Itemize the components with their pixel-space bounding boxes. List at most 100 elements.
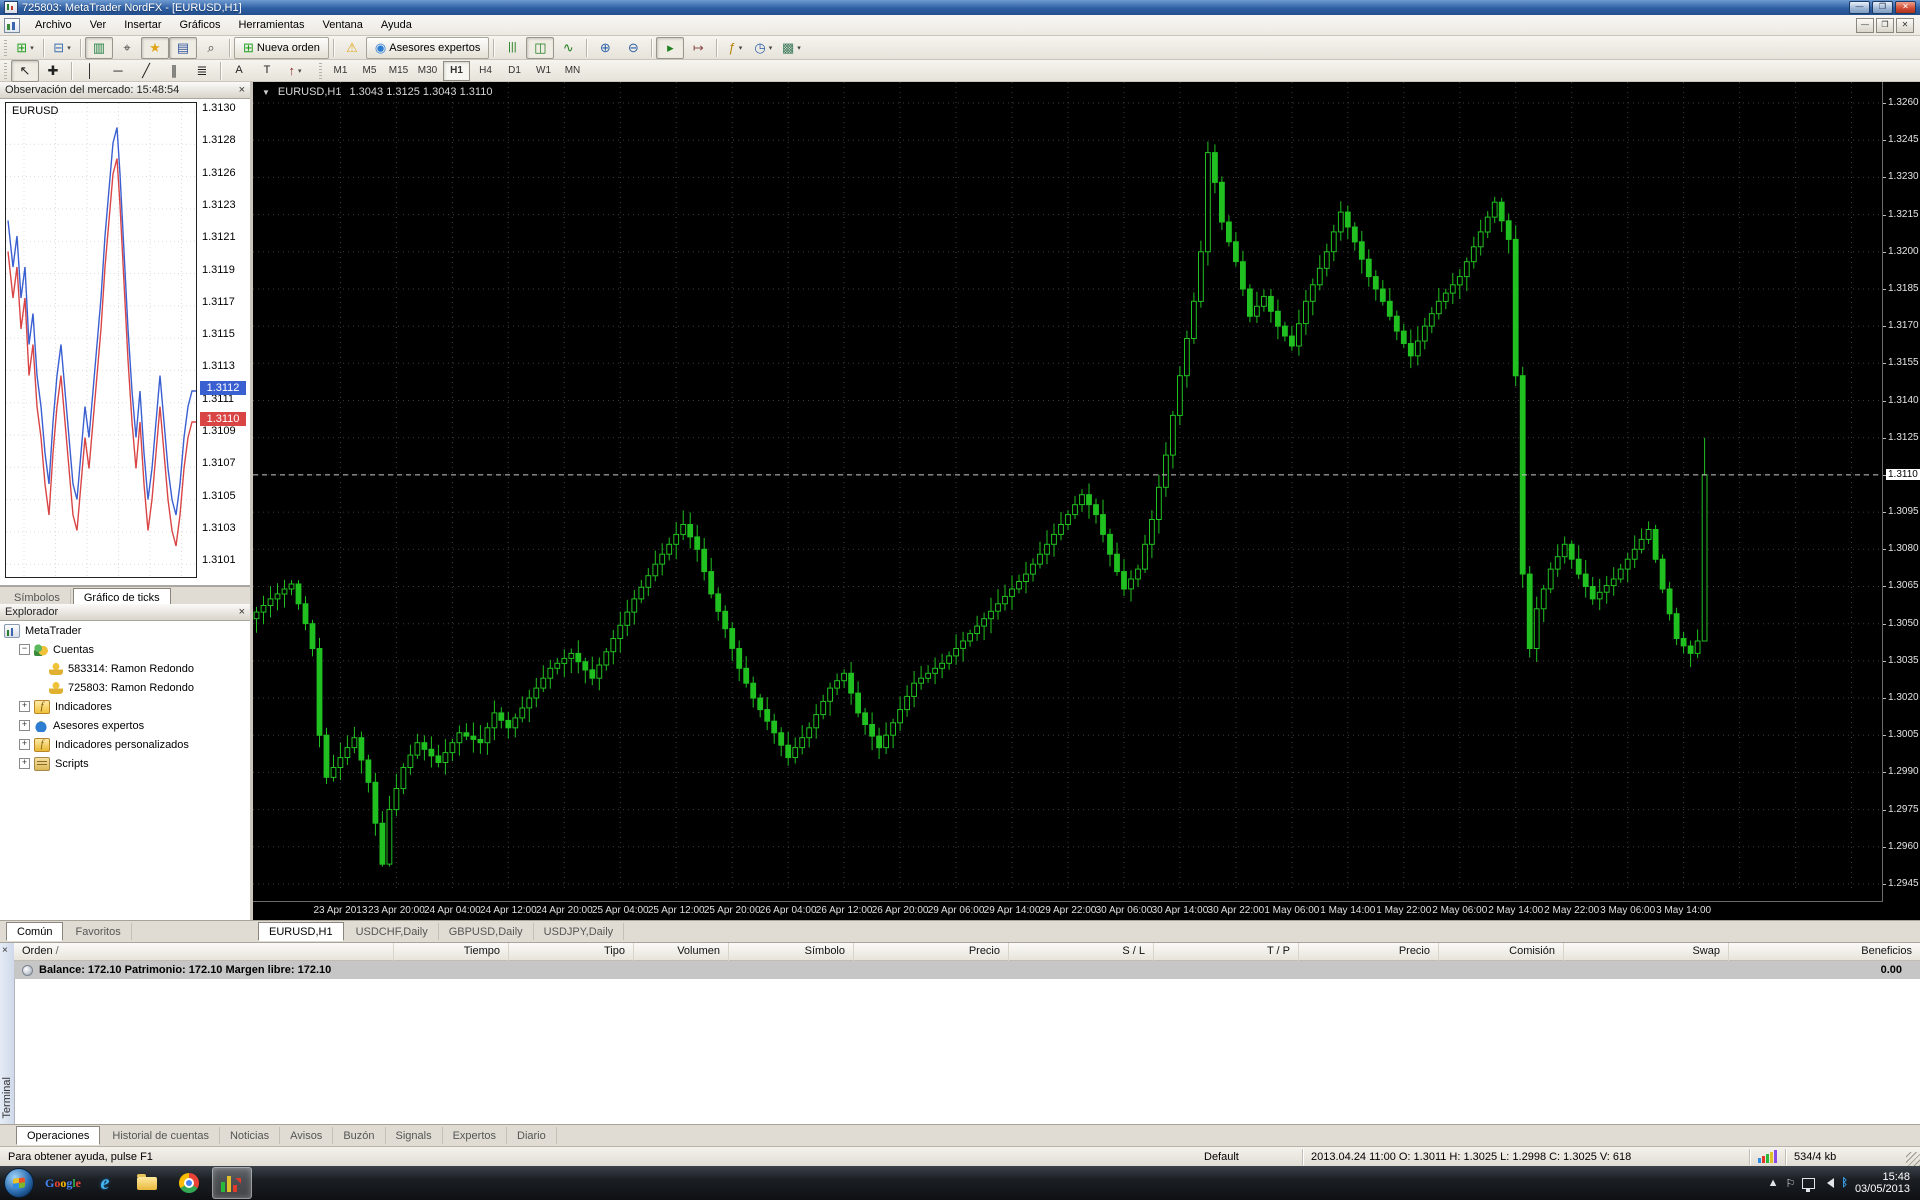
data-window-button[interactable]: ⌖ [113, 37, 141, 59]
timeframe-m30[interactable]: M30 [414, 61, 441, 81]
market-watch-close-icon[interactable]: × [239, 85, 245, 96]
indicators-button[interactable]: ƒ▾ [721, 37, 749, 59]
label-tool[interactable]: T [253, 60, 281, 82]
channel-tool[interactable]: ∥ [160, 60, 188, 82]
timeframe-h4[interactable]: H4 [472, 61, 499, 81]
menu-ventana[interactable]: Ventana [314, 16, 372, 34]
close-button[interactable]: ✕ [1895, 1, 1916, 14]
alerts-button[interactable]: ⚠ [338, 37, 366, 59]
terminal-tab-noticias[interactable]: Noticias [220, 1127, 280, 1144]
menu-archivo[interactable]: Archivo [26, 16, 81, 34]
timeframe-w1[interactable]: W1 [530, 61, 557, 81]
line-chart-button[interactable]: ∿ [554, 37, 582, 59]
navigator-button[interactable]: ★ [141, 37, 169, 59]
panel-splitter[interactable] [250, 82, 253, 920]
timeframe-m1[interactable]: M1 [327, 61, 354, 81]
terminal-tab-expertos[interactable]: Expertos [443, 1127, 507, 1144]
time-axis[interactable]: 23 Apr 201323 Apr 20:0024 Apr 04:0024 Ap… [253, 901, 1883, 920]
taskbar-chrome-icon[interactable] [170, 1168, 208, 1198]
network-icon[interactable] [1802, 1178, 1815, 1189]
menu-ayuda[interactable]: Ayuda [372, 16, 421, 34]
terminal-tab-operaciones[interactable]: Operaciones [16, 1126, 100, 1145]
terminal-tab-historial-de-cuentas[interactable]: Historial de cuentas [102, 1127, 220, 1144]
column-header-precio[interactable]: Precio [1299, 943, 1439, 961]
terminal-tab-diario[interactable]: Diario [507, 1127, 557, 1144]
profiles-button[interactable]: ⊟▾ [48, 37, 76, 59]
menu-ver[interactable]: Ver [81, 16, 116, 34]
menu-gráficos[interactable]: Gráficos [171, 16, 230, 34]
candles-chart-button[interactable]: ◫ [526, 37, 554, 59]
tree-item-725803-ramon-redondo[interactable]: 725803: Ramon Redondo [0, 678, 250, 697]
timeframe-d1[interactable]: D1 [501, 61, 528, 81]
chart-dropdown-icon[interactable]: ▼ [262, 88, 270, 97]
vertical-line-tool[interactable]: │ [76, 60, 104, 82]
terminal-tab-buzón[interactable]: Buzón [333, 1127, 385, 1144]
zoom-out-button[interactable]: ⊖ [619, 37, 647, 59]
mdi-minimize-button[interactable]: — [1856, 18, 1874, 33]
chart-tab-usdjpy-daily[interactable]: USDJPY,Daily [534, 923, 625, 940]
tree-item-cuentas[interactable]: −Cuentas [0, 640, 250, 659]
terminal-tab-avisos[interactable]: Avisos [280, 1127, 333, 1144]
tree-item-metatrader[interactable]: MetaTrader [0, 621, 250, 640]
terminal-tab-signals[interactable]: Signals [386, 1127, 443, 1144]
tree-item-asesores-expertos[interactable]: +Asesores expertos [0, 716, 250, 735]
collapse-icon[interactable]: − [19, 644, 30, 655]
tray-flag-icon[interactable]: ⚐ [1785, 1177, 1795, 1190]
mdi-restore-button[interactable]: ❐ [1876, 18, 1894, 33]
taskbar-clock[interactable]: 15:48 03/05/2013 [1855, 1171, 1910, 1195]
toolbar-grip[interactable] [319, 63, 322, 79]
tree-item-scripts[interactable]: +Scripts [0, 754, 250, 773]
new-order-button[interactable]: ⊞Nueva orden [234, 37, 329, 59]
toolbar-grip[interactable] [4, 40, 7, 56]
menu-herramientas[interactable]: Herramientas [229, 16, 313, 34]
expand-icon[interactable]: + [19, 720, 30, 731]
tab-favoritos[interactable]: Favoritos [65, 923, 131, 940]
taskbar-explorer-icon[interactable] [128, 1168, 166, 1198]
terminal-button[interactable]: ▤ [169, 37, 197, 59]
status-profile[interactable]: Default [1204, 1151, 1239, 1163]
price-axis[interactable]: 1.32601.32451.32301.32151.32001.31851.31… [1882, 82, 1920, 902]
expand-icon[interactable]: + [19, 739, 30, 750]
balance-row[interactable]: Balance: 172.10 Patrimonio: 172.10 Marge… [14, 961, 1920, 979]
chart-document-icon[interactable] [4, 18, 20, 33]
trendline-tool[interactable]: ╱ [132, 60, 160, 82]
periods-button[interactable]: ◷▾ [749, 37, 777, 59]
experts-button[interactable]: ◉Asesores expertos [366, 37, 489, 59]
horizontal-line-tool[interactable]: ─ [104, 60, 132, 82]
mdi-close-button[interactable]: ✕ [1896, 18, 1914, 33]
column-header-s-l[interactable]: S / L [1009, 943, 1154, 961]
timeframe-h1[interactable]: H1 [443, 61, 470, 81]
tester-button[interactable]: ⌕ [197, 37, 225, 59]
taskbar-google-icon[interactable]: Google [44, 1168, 82, 1198]
column-header-precio[interactable]: Precio [854, 943, 1009, 961]
menu-insertar[interactable]: Insertar [115, 16, 170, 34]
templates-button[interactable]: ▩▾ [777, 37, 805, 59]
tree-item-indicadores[interactable]: +fIndicadores [0, 697, 250, 716]
cursor-tool[interactable]: ↖ [11, 60, 39, 82]
text-tool[interactable]: A [225, 60, 253, 82]
chart-tab-eurusd-h1[interactable]: EURUSD,H1 [258, 922, 344, 941]
bars-chart-button[interactable]: ||| [498, 37, 526, 59]
column-header-t-p[interactable]: T / P [1154, 943, 1299, 961]
minimize-button[interactable]: — [1849, 1, 1870, 14]
new-chart-button[interactable]: ⊞▾ [11, 37, 39, 59]
crosshair-tool[interactable]: ✚ [39, 60, 67, 82]
chart-area[interactable]: ▼ EURUSD,H1 1.3043 1.3125 1.3043 1.3110 … [250, 82, 1920, 920]
column-header-tipo[interactable]: Tipo [509, 943, 634, 961]
tree-item-583314-ramon-redondo[interactable]: 583314: Ramon Redondo [0, 659, 250, 678]
tray-expand-icon[interactable]: ▲ [1768, 1177, 1779, 1189]
chart-tab-gbpusd-daily[interactable]: GBPUSD,Daily [439, 923, 534, 940]
column-header-tiempo[interactable]: Tiempo [394, 943, 509, 961]
zoom-in-button[interactable]: ⊕ [591, 37, 619, 59]
column-header-símbolo[interactable]: Símbolo [729, 943, 854, 961]
column-header-comisión[interactable]: Comisión [1439, 943, 1564, 961]
speaker-icon[interactable] [1822, 1178, 1834, 1188]
column-header-orden[interactable]: Orden / [14, 943, 394, 961]
column-header-volumen[interactable]: Volumen [634, 943, 729, 961]
status-traffic[interactable]: 534/4 kb [1794, 1151, 1836, 1163]
terminal-close-icon[interactable]: × [2, 945, 8, 956]
restore-button[interactable]: ❐ [1872, 1, 1893, 14]
taskbar-metatrader-icon[interactable] [212, 1167, 252, 1199]
arrows-tool[interactable]: ↑▾ [281, 60, 309, 82]
expand-icon[interactable]: + [19, 701, 30, 712]
